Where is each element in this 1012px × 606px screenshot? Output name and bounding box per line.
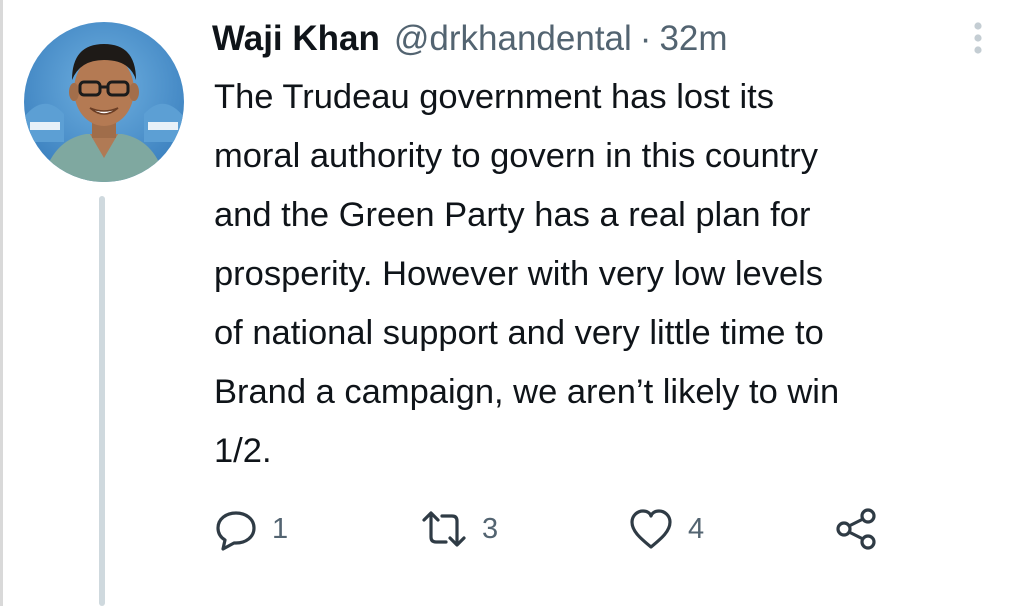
tweet-text-line: and the Green Party has a real plan for [214, 196, 811, 234]
avatar[interactable] [24, 22, 184, 182]
reply-count: 1 [272, 512, 289, 545]
like-count: 4 [688, 512, 705, 545]
tweet-text-line: 1/2. [214, 432, 272, 470]
share-icon [836, 508, 876, 550]
retweet-count: 3 [482, 512, 499, 545]
tweet-text: The Trudeau government has lost its mora… [214, 68, 1004, 481]
tweet-text-line: moral authority to govern in this countr… [214, 137, 819, 175]
retweet-button[interactable]: 3 [420, 504, 498, 554]
tweet-text-line: of national support and very little time… [214, 314, 824, 352]
like-button[interactable]: 4 [628, 504, 704, 554]
reply-button[interactable]: 1 [214, 504, 288, 554]
retweet-icon [422, 511, 466, 547]
more-options-icon [974, 22, 982, 54]
author-handle[interactable]: @drkhandental [394, 14, 632, 64]
tweet-text-line: prosperity. However with very low levels [214, 255, 824, 293]
heart-icon [630, 509, 672, 549]
left-edge-border [0, 0, 3, 606]
header-separator: · [639, 19, 652, 58]
thread-connector-line [99, 196, 105, 606]
profile-photo-icon [24, 22, 184, 182]
more-options-button[interactable] [966, 18, 990, 58]
tweet-timestamp[interactable]: 32m [659, 14, 727, 64]
share-button[interactable] [834, 504, 880, 554]
tweet-text-line: The Trudeau government has lost its [214, 78, 774, 116]
tweet-actions: 1 3 4 [214, 504, 914, 554]
tweet-header: Waji Khan @drkhandental · 32m [212, 14, 728, 64]
tweet-text-line: Brand a campaign, we aren’t likely to wi… [214, 373, 840, 411]
author-name[interactable]: Waji Khan [212, 14, 380, 64]
reply-icon [216, 511, 256, 551]
